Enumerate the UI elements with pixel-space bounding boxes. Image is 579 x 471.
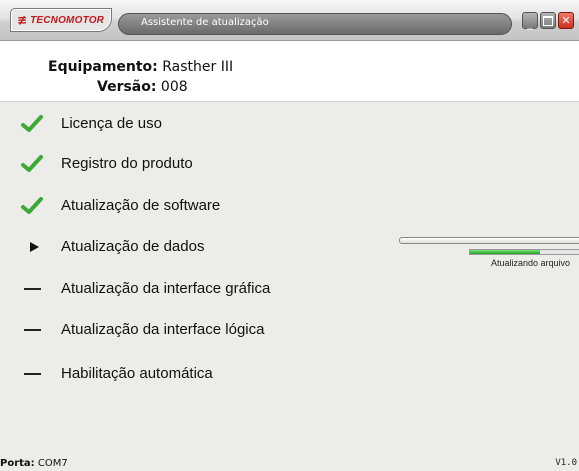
step-label: Registro do produto: [61, 155, 193, 172]
title-bar: ≢ TECNOMOTOR Assistente de atualização _…: [0, 0, 579, 41]
tecnomotor-logo: ≢ TECNOMOTOR: [10, 8, 112, 32]
checkmark-icon: [20, 144, 44, 184]
port-info: Porta: COM7: [0, 458, 68, 469]
step-graphic-interface-update: Atualização da interface gráfica: [0, 269, 360, 309]
equipment-line: Equipamento: Rasther III: [48, 59, 233, 75]
logo-text: TECNOMOTOR: [30, 14, 105, 26]
version-line: Versão: 008: [97, 79, 188, 95]
file-progress-fill: [470, 250, 541, 254]
checkmark-icon: [20, 186, 44, 226]
dash-icon: [20, 354, 44, 394]
minimize-button[interactable]: _: [522, 12, 538, 29]
step-data-update: Atualização de dados: [0, 227, 360, 267]
app-version: V1.0: [555, 458, 577, 468]
dash-icon: [20, 310, 44, 350]
window-title: Assistente de atualização: [141, 17, 269, 28]
maximize-icon: [543, 15, 553, 26]
file-progress-bar: [469, 249, 579, 255]
version-label: Versão:: [97, 79, 157, 95]
dash-icon: [20, 269, 44, 309]
step-product-registration: Registro do produto: [0, 144, 360, 184]
step-software-update: Atualização de software: [0, 186, 360, 226]
step-label: Atualização de software: [61, 197, 221, 214]
step-label: Atualização da interface gráfica: [61, 280, 271, 297]
progress-status-text: Atualizando arquivo: [491, 258, 571, 268]
checkmark-icon: [20, 104, 44, 144]
device-info-panel: Equipamento: Rasther III Versão: 008: [0, 41, 579, 102]
step-license: Licença de uso: [0, 104, 360, 144]
step-label: Atualização de dados: [61, 238, 205, 255]
step-auto-enable: Habilitação automática: [0, 354, 360, 394]
logo-mark: ≢: [17, 13, 28, 27]
maximize-button[interactable]: [540, 12, 556, 29]
close-icon: ✕: [561, 14, 571, 27]
port-value: COM7: [34, 458, 68, 469]
step-label: Atualização da interface lógica: [61, 321, 265, 338]
play-arrow-icon: [20, 227, 44, 267]
overall-progress-bar: [399, 237, 579, 244]
step-label: Habilitação automática: [61, 365, 213, 382]
minimize-icon: _: [527, 17, 533, 30]
version-value: 008: [156, 79, 188, 95]
window-title-bar: Assistente de atualização: [118, 13, 512, 35]
step-logic-interface-update: Atualização da interface lógica: [0, 310, 360, 350]
step-label: Licença de uso: [61, 115, 162, 132]
close-button[interactable]: ✕: [558, 12, 574, 29]
equipment-value: Rasther III: [157, 59, 234, 75]
port-label: Porta:: [0, 458, 35, 469]
equipment-label: Equipamento:: [48, 59, 158, 75]
